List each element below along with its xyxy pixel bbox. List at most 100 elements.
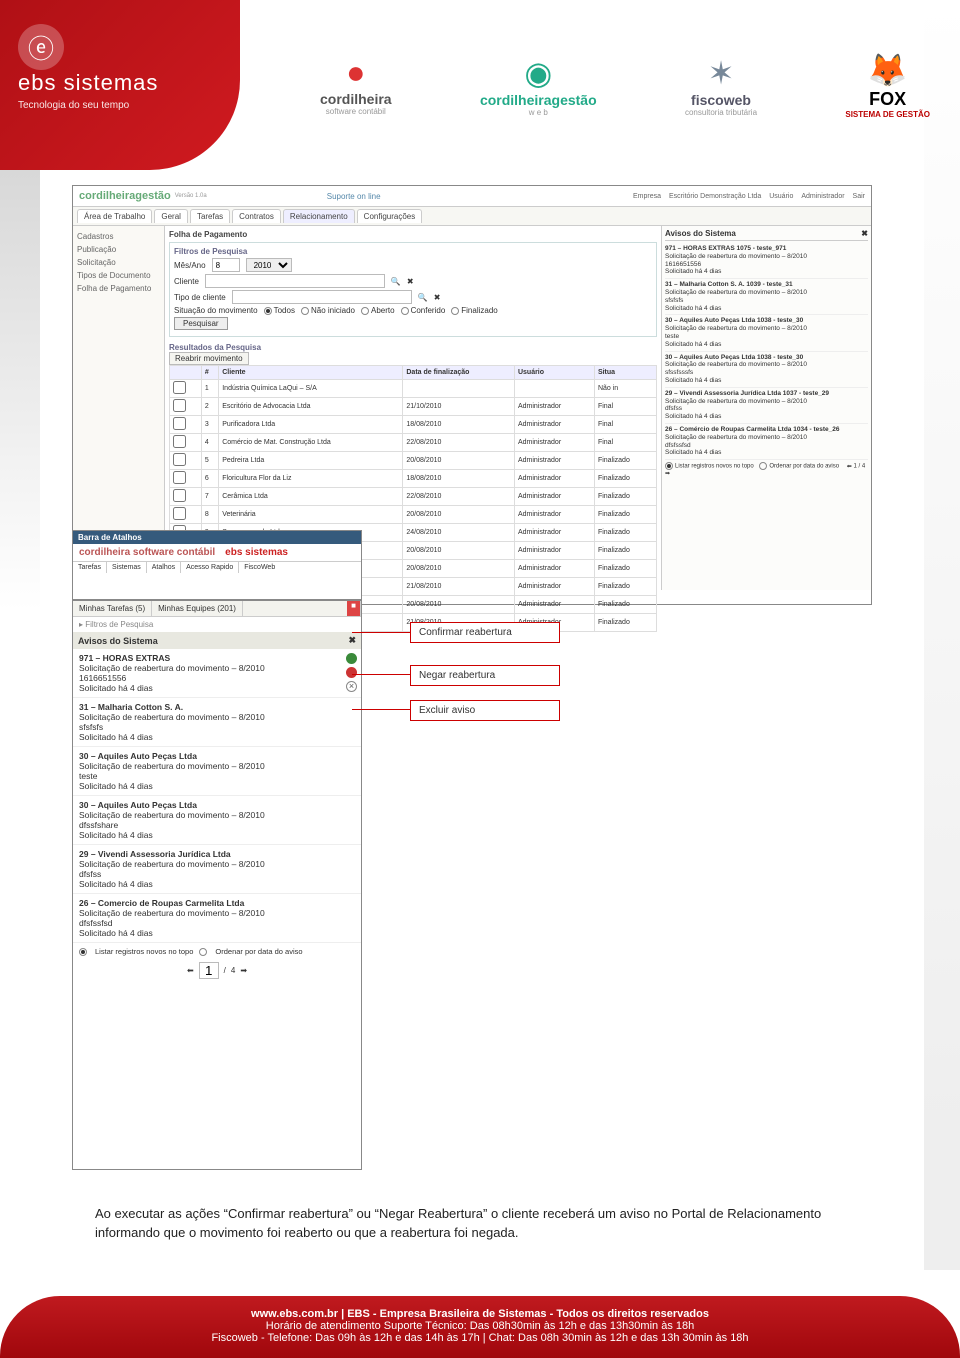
aviso-item[interactable]: 30 – Aquiles Auto Peças Ltda 1038 - test… xyxy=(665,352,868,388)
radio-conferido[interactable] xyxy=(401,307,409,315)
row-checkbox[interactable] xyxy=(173,417,186,430)
partner-cordilheira: ● cordilheira software contábil xyxy=(320,54,392,116)
close-icon[interactable]: ✖ xyxy=(348,635,356,646)
top-link[interactable]: Escritório Demonstração Ltda xyxy=(669,193,761,200)
aviso-item[interactable]: 30 – Aquiles Auto Peças LtdaSolicitação … xyxy=(73,796,361,845)
pager-page-input[interactable] xyxy=(199,962,219,979)
table-row[interactable]: 6Floricultura Flor da Liz18/08/2010Admin… xyxy=(170,470,657,488)
search-icon[interactable]: 🔍 xyxy=(391,277,401,286)
tab-contratos[interactable]: Contratos xyxy=(232,209,281,223)
aviso-item[interactable]: 31 – Malharia Cotton S. A.Solicitação de… xyxy=(73,698,361,747)
callout-line xyxy=(352,709,410,710)
pager-prev-icon[interactable]: ⬅ xyxy=(847,464,852,470)
table-row[interactable]: 7Cerâmica Ltda22/08/2010AdministradorFin… xyxy=(170,488,657,506)
side-item[interactable]: Publicação xyxy=(77,243,160,256)
aviso-item[interactable]: 29 – Vivendi Assessoria Jurídica Ltda 10… xyxy=(665,388,868,424)
radio-listar-novos-2[interactable] xyxy=(79,948,87,956)
aviso-item[interactable]: 971 – HORAS EXTRASSolicitação de reabert… xyxy=(73,649,361,698)
row-checkbox[interactable] xyxy=(173,507,186,520)
table-row[interactable]: 4Comércio de Mat. Construção Ltda22/08/2… xyxy=(170,434,657,452)
tab-relacionamento[interactable]: Relacionamento xyxy=(283,209,355,223)
pager-prev-icon[interactable]: ⬅ xyxy=(187,966,194,975)
pager-total: 4 xyxy=(231,966,235,975)
aviso-item[interactable]: 971 – HORAS EXTRAS 1075 - teste_971Solic… xyxy=(665,243,868,279)
callout-line xyxy=(352,674,410,675)
support-link[interactable]: Suporte on line xyxy=(327,192,381,201)
atab[interactable]: FiscoWeb xyxy=(239,562,280,573)
row-checkbox[interactable] xyxy=(173,399,186,412)
pesquisar-button[interactable]: Pesquisar xyxy=(174,317,228,330)
input-cliente[interactable] xyxy=(205,274,385,288)
tab-configuracoes[interactable]: Configurações xyxy=(357,209,423,223)
confirm-icon[interactable] xyxy=(346,653,357,664)
aviso-item[interactable]: 29 – Vivendi Assessoria Jurídica LtdaSol… xyxy=(73,845,361,894)
aviso-item[interactable]: 30 – Aquiles Auto Peças Ltda 1038 - test… xyxy=(665,315,868,351)
radio-ordenar-data[interactable] xyxy=(759,462,767,470)
top-link[interactable]: Usuário xyxy=(769,193,793,200)
tab-minhas-tarefas[interactable]: Minhas Tarefas (5) xyxy=(73,601,152,616)
side-item[interactable]: Solicitação xyxy=(77,256,160,269)
clear-icon[interactable]: ✖ xyxy=(434,293,441,302)
cordilheira-gestao-icon: ◉ xyxy=(524,54,552,92)
label-mesano: Mês/Ano xyxy=(174,261,206,270)
aviso-item[interactable]: 30 – Aquiles Auto Peças LtdaSolicitação … xyxy=(73,747,361,796)
aviso-item[interactable]: 26 – Comercio de Roupas Carmelita LtdaSo… xyxy=(73,894,361,943)
tab-geral[interactable]: Geral xyxy=(154,209,188,223)
tab-minhas-equipes[interactable]: Minhas Equipes (201) xyxy=(152,601,243,616)
side-item[interactable]: Folha de Pagamento xyxy=(77,282,160,295)
side-item[interactable]: Cadastros xyxy=(77,230,160,243)
radio-nao-iniciado[interactable] xyxy=(301,307,309,315)
aviso-item[interactable]: 26 – Comércio de Roupas Carmelita Ltda 1… xyxy=(665,424,868,460)
atalhos-window: Barra de Atalhos cordilheira software co… xyxy=(72,530,362,600)
search-icon[interactable]: 🔍 xyxy=(418,293,428,302)
callout-confirmar: Confirmar reabertura xyxy=(410,622,560,643)
tab-tarefas[interactable]: Tarefas xyxy=(190,209,230,223)
pager-next-icon[interactable]: ➡ xyxy=(665,471,670,477)
footer-line-1: www.ebs.com.br | EBS - Empresa Brasileir… xyxy=(0,1308,960,1320)
deny-icon[interactable] xyxy=(346,667,357,678)
table-row[interactable]: 2Escritório de Advocacia Ltda21/10/2010A… xyxy=(170,398,657,416)
clear-icon[interactable]: ✖ xyxy=(407,277,414,286)
atab[interactable]: Acesso Rapido xyxy=(181,562,239,573)
col-situacao: Situa xyxy=(594,366,656,380)
reabrir-button[interactable]: Reabrir movimento xyxy=(169,352,249,365)
radio-listar-novos[interactable] xyxy=(665,462,673,470)
row-checkbox[interactable] xyxy=(173,471,186,484)
radio-ordenar-data-2[interactable] xyxy=(199,948,207,956)
filtros-pesquisa[interactable]: ▸ Filtros de Pesquisa xyxy=(73,617,361,632)
app-version: Versão 1.0a xyxy=(175,193,207,199)
filters-box: Filtros de Pesquisa Mês/Ano 2010 Cliente… xyxy=(169,242,657,337)
side-item[interactable]: Tipos de Documento xyxy=(77,269,160,282)
table-row[interactable]: 3Purificadora Ltda18/08/2010Administrado… xyxy=(170,416,657,434)
pager-next-icon[interactable]: ➡ xyxy=(240,966,247,975)
table-row[interactable]: 1Indústria Química LaQui – S/ANão in xyxy=(170,380,657,398)
top-link[interactable]: Administrador xyxy=(801,193,844,200)
aviso-item[interactable]: 31 – Malharia Cotton S. A. 1039 - teste_… xyxy=(665,279,868,315)
module-title: Folha de Pagamento xyxy=(169,230,657,239)
col-num: # xyxy=(201,366,218,380)
row-checkbox[interactable] xyxy=(173,381,186,394)
row-checkbox[interactable] xyxy=(173,435,186,448)
row-checkbox[interactable] xyxy=(173,489,186,502)
table-row[interactable]: 8Veterinária20/08/2010AdministradorFinal… xyxy=(170,506,657,524)
input-mes[interactable] xyxy=(212,258,240,272)
radio-aberto[interactable] xyxy=(361,307,369,315)
radio-todos[interactable] xyxy=(264,307,272,315)
top-link-exit[interactable]: Sair xyxy=(853,193,865,200)
fox-icon: 🦊 xyxy=(868,51,908,89)
close-icon[interactable]: ✖ xyxy=(861,229,868,238)
delete-icon[interactable]: × xyxy=(346,681,357,692)
brand-name: ebs sistemas xyxy=(18,70,222,96)
tab-area-trabalho[interactable]: Área de Trabalho xyxy=(77,209,152,223)
input-tipo-cliente[interactable] xyxy=(232,290,412,304)
label-cliente: Cliente xyxy=(174,277,199,286)
atab[interactable]: Atalhos xyxy=(147,562,181,573)
col-check xyxy=(170,366,202,380)
atab[interactable]: Sistemas xyxy=(107,562,147,573)
top-link[interactable]: Empresa xyxy=(633,193,661,200)
atab[interactable]: Tarefas xyxy=(73,562,107,573)
table-row[interactable]: 5Pedreira Ltda20/08/2010AdministradorFin… xyxy=(170,452,657,470)
row-checkbox[interactable] xyxy=(173,453,186,466)
select-ano[interactable]: 2010 xyxy=(246,258,292,272)
radio-finalizado[interactable] xyxy=(451,307,459,315)
